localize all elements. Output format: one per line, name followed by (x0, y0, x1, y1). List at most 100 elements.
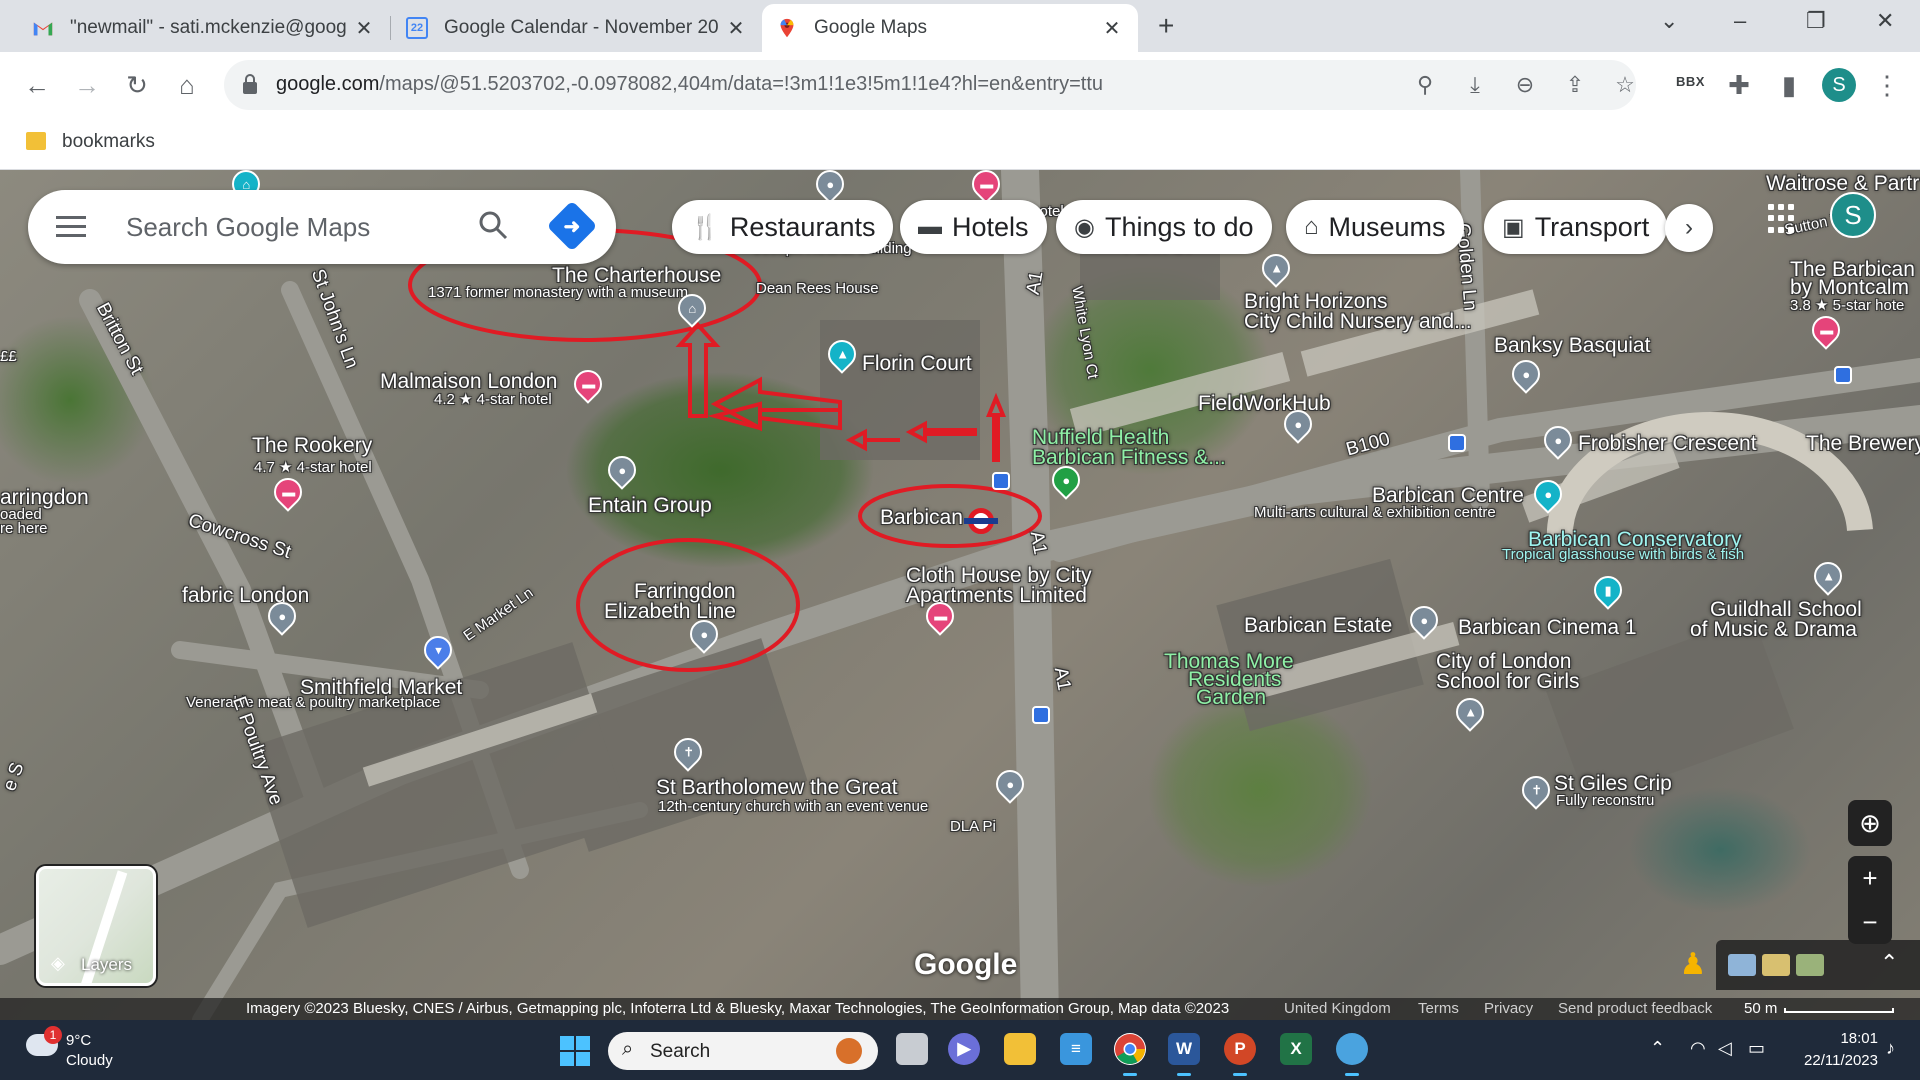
bookmarks-folder[interactable]: bookmarks (62, 131, 155, 153)
tab-google-maps[interactable]: Google Maps ✕ (762, 4, 1138, 52)
bus-stop-icon[interactable] (1834, 366, 1852, 384)
volume-icon[interactable]: ◁ (1718, 1038, 1732, 1059)
task-view-icon[interactable] (896, 1033, 928, 1065)
chevron-right-icon[interactable]: › (1665, 204, 1713, 252)
location-pin-icon[interactable]: ⚲ (1410, 70, 1440, 100)
chip-hotels[interactable]: ▬ Hotels (900, 200, 1047, 254)
profile-avatar[interactable]: S (1822, 68, 1856, 102)
tab-gmail[interactable]: "newmail" - sati.mckenzie@goog ✕ (18, 4, 390, 52)
close-tab-icon[interactable]: ✕ (1100, 16, 1124, 41)
poi-label[interactable]: The Rookery (252, 434, 372, 458)
my-location-icon[interactable]: ⊕ (1848, 800, 1892, 846)
underground-roundel-icon[interactable] (964, 508, 998, 534)
extensions-puzzle-icon[interactable]: ✚ (1722, 68, 1756, 102)
notifications-bell-icon[interactable]: ♪ (1886, 1038, 1895, 1059)
lock-icon[interactable] (242, 73, 258, 95)
wifi-icon[interactable]: ◠ (1690, 1038, 1706, 1059)
poi-label[interactable]: Dean Rees House (756, 280, 879, 297)
share-icon[interactable]: ⇪ (1560, 70, 1590, 100)
terms-link[interactable]: Terms (1418, 1000, 1459, 1017)
powerpoint-icon[interactable]: P (1224, 1033, 1256, 1076)
bookmark-star-icon[interactable]: ☆ (1610, 70, 1640, 100)
tab-calendar[interactable]: 22 Google Calendar - November 20 ✕ (392, 4, 762, 52)
restore-button[interactable]: ❐ (1806, 8, 1826, 34)
directions-icon[interactable]: ➜ (546, 200, 598, 252)
file-explorer-icon[interactable] (1004, 1033, 1036, 1065)
chip-restaurants[interactable]: 🍴 Restaurants (672, 200, 894, 254)
close-tab-icon[interactable]: ✕ (724, 16, 748, 41)
menu-icon[interactable] (56, 216, 86, 238)
pegman-street-view-icon[interactable]: ♟ (1676, 942, 1710, 986)
poi-label[interactable]: Barbican Cinema 1 (1458, 616, 1637, 640)
maps-app-icon[interactable] (1336, 1033, 1368, 1076)
zoom-out-icon[interactable]: ⊖ (1510, 70, 1540, 100)
zoom-out-button[interactable]: − (1848, 900, 1892, 944)
layers-button[interactable]: ◈ Layers (36, 866, 156, 986)
poi-label[interactable]: City Child Nursery and... (1244, 310, 1472, 334)
station-label[interactable]: Barbican (880, 506, 963, 530)
poi-label[interactable]: of Music & Drama (1690, 618, 1857, 642)
weather-widget[interactable]: 1 9°C Cloudy (26, 1026, 136, 1074)
poi-label[interactable]: FieldWorkHub (1198, 392, 1331, 416)
clock-date[interactable]: 22/11/2023 (1790, 1052, 1878, 1069)
bbx-extension-button[interactable]: BBX (1676, 74, 1705, 89)
tab-search-chevron-icon[interactable]: ⌄ (1660, 8, 1678, 34)
search-input[interactable] (126, 210, 386, 244)
new-tab-button[interactable]: + (1158, 10, 1174, 42)
side-panel-icon[interactable]: ▮ (1772, 68, 1806, 102)
privacy-link[interactable]: Privacy (1484, 1000, 1533, 1017)
thumbnail-imagery[interactable] (1728, 954, 1756, 976)
chevron-up-icon[interactable]: ⌃ (1650, 1038, 1665, 1059)
install-app-icon[interactable]: ⤓ (1460, 70, 1490, 100)
poi-label[interactable]: School for Girls (1436, 670, 1580, 694)
account-avatar[interactable]: S (1830, 192, 1876, 238)
google-apps-icon[interactable] (1768, 204, 1798, 234)
excel-icon[interactable]: X (1280, 1033, 1312, 1065)
chip-transport[interactable]: ▣ Transport (1484, 200, 1668, 254)
bus-stop-icon[interactable] (992, 472, 1010, 490)
poi-label[interactable]: The Brewery (1806, 432, 1920, 456)
satellite-map[interactable]: The Charterhouse 1371 former monastery w… (0, 170, 1920, 1020)
battery-icon[interactable]: ▭ (1748, 1038, 1765, 1059)
address-bar[interactable]: google.com/maps/@51.5203702,-0.0978082,4… (224, 60, 1636, 110)
minimize-button[interactable]: – (1734, 8, 1746, 34)
bus-stop-icon[interactable] (1448, 434, 1466, 452)
notepad-icon[interactable]: ≡ (1060, 1033, 1092, 1065)
scale-label[interactable]: 50 m (1744, 1000, 1777, 1017)
search-icon[interactable] (476, 208, 510, 242)
chevron-up-icon[interactable]: ⌃ (1880, 950, 1898, 976)
bus-stop-icon[interactable] (1032, 706, 1050, 724)
poi-label[interactable]: St Bartholomew the Great (656, 776, 898, 800)
poi-label[interactable]: Garden (1196, 686, 1266, 710)
imagery-thumbnails[interactable]: ⌃ (1716, 940, 1920, 990)
thumbnail-imagery[interactable] (1796, 954, 1824, 976)
poi-label[interactable]: Banksy Basquiat (1494, 334, 1650, 358)
close-tab-icon[interactable]: ✕ (352, 16, 376, 41)
poi-label[interactable]: Waitrose & Partr (1766, 172, 1919, 196)
forward-button[interactable]: → (70, 68, 104, 102)
feedback-link[interactable]: Send product feedback (1558, 1000, 1712, 1017)
poi-label[interactable]: Entain Group (588, 494, 712, 518)
url-text[interactable]: google.com/maps/@51.5203702,-0.0978082,4… (276, 73, 1103, 96)
maps-search-box[interactable]: ➜ (28, 190, 616, 264)
home-button[interactable]: ⌂ (170, 68, 204, 102)
poi-label[interactable]: Florin Court (862, 352, 972, 376)
teams-chat-icon[interactable]: ▶ (948, 1033, 980, 1065)
word-icon[interactable]: W (1168, 1033, 1200, 1076)
station-label[interactable]: Elizabeth Line (604, 600, 736, 624)
chip-things-to-do[interactable]: ◉ Things to do (1056, 200, 1272, 254)
poi-label[interactable]: Barbican Estate (1244, 614, 1392, 638)
thumbnail-imagery[interactable] (1762, 954, 1790, 976)
clock-time[interactable]: 18:01 (1818, 1030, 1878, 1047)
close-window-button[interactable]: ✕ (1876, 8, 1894, 34)
taskbar-search[interactable]: ⌕ Search (608, 1032, 878, 1070)
reload-button[interactable]: ↻ (120, 68, 154, 102)
chip-museums[interactable]: ⌂ Museums (1286, 200, 1464, 254)
country-label[interactable]: United Kingdom (1284, 1000, 1391, 1017)
windows-start-icon[interactable] (560, 1036, 590, 1066)
poi-label[interactable]: DLA Pi (950, 818, 996, 835)
zoom-in-button[interactable]: + (1848, 856, 1892, 900)
chrome-menu-icon[interactable]: ⋮ (1870, 68, 1904, 102)
poi-label[interactable]: Frobisher Crescent (1578, 432, 1757, 456)
back-button[interactable]: ← (20, 68, 54, 102)
